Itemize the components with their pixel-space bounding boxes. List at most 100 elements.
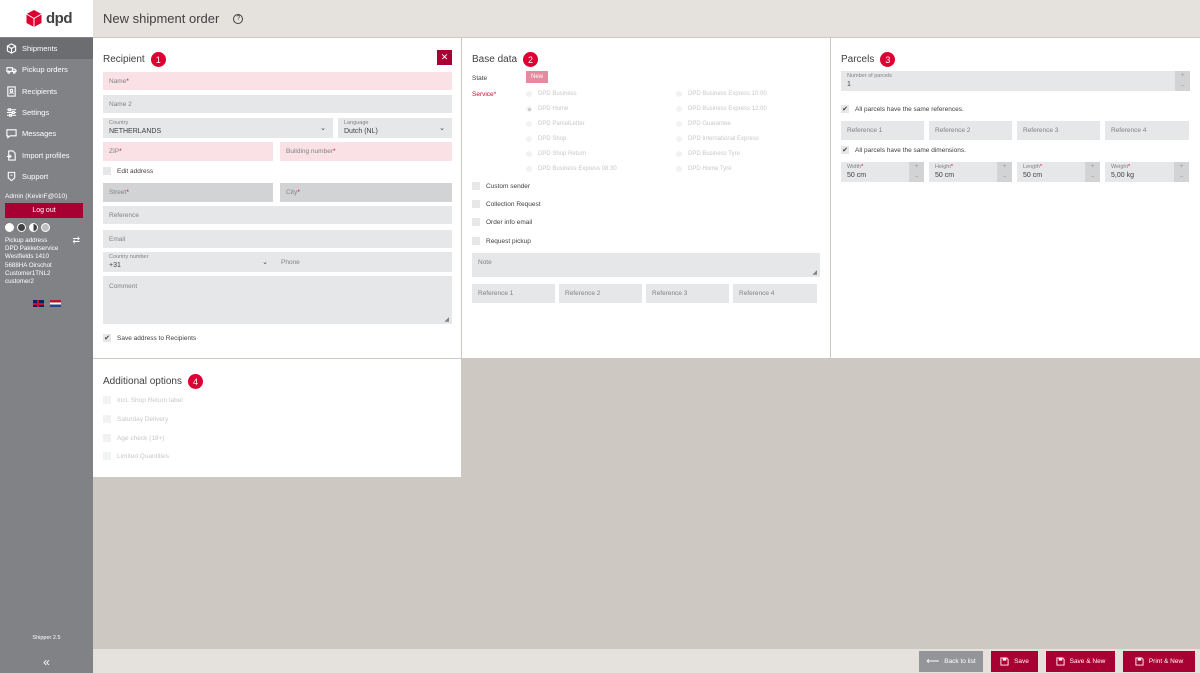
sidebar-item-recipients[interactable]: Recipients — [0, 81, 93, 102]
saturday-delivery-checkbox[interactable]: Saturday Delivery — [103, 415, 168, 423]
resize-handle-icon[interactable]: ◢ — [444, 316, 449, 323]
collapse-sidebar-icon[interactable]: « — [0, 655, 93, 669]
plus-icon[interactable]: + — [1091, 164, 1095, 170]
parcel-reference-2-field[interactable]: Reference 2 — [929, 121, 1012, 140]
save-and-new-button[interactable]: Save & New — [1046, 651, 1115, 672]
sidebar-item-settings[interactable]: Settings — [0, 102, 93, 123]
checkbox-box[interactable] — [472, 200, 480, 208]
minus-icon[interactable]: – — [1181, 83, 1184, 89]
reference-1-field[interactable]: Reference 1 — [472, 284, 555, 303]
radio-button[interactable] — [526, 166, 532, 172]
save-button[interactable]: Save — [991, 651, 1038, 672]
service-radio[interactable]: DPD Business — [526, 91, 577, 97]
plus-icon[interactable]: + — [1003, 164, 1007, 170]
edit-address-checkbox[interactable]: Edit address — [103, 167, 153, 175]
limited-quantities-checkbox[interactable]: Limited Quantities — [103, 452, 169, 460]
weight-stepper[interactable]: Weight* 5,00 kg + – — [1105, 162, 1189, 182]
flag-nl-icon[interactable] — [49, 300, 61, 308]
theme-grey-option[interactable] — [41, 223, 50, 233]
radio-button[interactable] — [676, 91, 682, 97]
name2-field[interactable]: Name 2 — [103, 95, 452, 113]
checkbox-box[interactable] — [472, 237, 480, 245]
length-stepper[interactable]: Length* 50 cm + – — [1017, 162, 1100, 182]
collection-request-checkbox[interactable]: Collection Request — [472, 200, 541, 208]
checkbox-box[interactable]: ✔ — [841, 146, 849, 154]
parcel-reference-4-field[interactable]: Reference 4 — [1105, 121, 1189, 140]
parcel-reference-1-field[interactable]: Reference 1 — [841, 121, 924, 140]
service-radio[interactable]: DPD Guarantee — [676, 121, 731, 127]
radio-button[interactable] — [526, 106, 532, 112]
checkbox-box[interactable] — [103, 396, 111, 404]
minus-icon[interactable]: – — [915, 174, 918, 180]
building-number-field[interactable]: Building number * — [280, 142, 452, 161]
radio-button[interactable] — [676, 166, 682, 172]
same-references-checkbox[interactable]: ✔ All parcels have the same references. — [841, 105, 964, 113]
order-info-email-checkbox[interactable]: Order info email — [472, 218, 532, 226]
sidebar-item-pickup-orders[interactable]: Pickup orders — [0, 59, 93, 80]
checkbox-box[interactable] — [103, 415, 111, 423]
sidebar-item-messages[interactable]: Messages — [0, 123, 93, 144]
reference-4-field[interactable]: Reference 4 — [733, 284, 817, 303]
stepper[interactable]: + – — [1174, 162, 1189, 182]
minus-icon[interactable]: – — [1091, 174, 1094, 180]
service-radio[interactable]: DPD Shop Return — [526, 151, 586, 157]
width-stepper[interactable]: Width* 50 cm + – — [841, 162, 924, 182]
theme-light-option[interactable] — [5, 223, 14, 233]
checkbox-box[interactable] — [103, 167, 111, 175]
note-textarea[interactable]: Note ◢ — [472, 253, 820, 277]
service-radio[interactable]: DPD International Express — [676, 136, 759, 142]
plus-icon[interactable]: + — [1180, 164, 1184, 170]
reference-3-field[interactable]: Reference 3 — [646, 284, 729, 303]
email-field[interactable]: Email — [103, 230, 452, 248]
service-radio[interactable]: DPD Business Express 08:30 — [526, 166, 617, 172]
country-number-select[interactable]: Country number +31 ⌄ — [103, 252, 275, 272]
sidebar-item-import-profiles[interactable]: Import profiles — [0, 144, 93, 165]
street-field[interactable]: Street * — [103, 183, 273, 202]
city-field[interactable]: City * — [280, 183, 452, 202]
help-icon[interactable]: ? — [233, 13, 244, 24]
service-radio[interactable]: DPD Home Tyre — [676, 166, 732, 172]
minus-icon[interactable]: – — [1003, 174, 1006, 180]
country-select[interactable]: Country NETHERLANDS ⌄ — [103, 118, 333, 138]
age-check-checkbox[interactable]: Age check (18+) — [103, 434, 165, 442]
service-radio[interactable]: DPD Home — [526, 106, 568, 112]
minus-icon[interactable]: – — [1180, 174, 1183, 180]
checkbox-box[interactable] — [472, 218, 480, 226]
back-to-list-button[interactable]: ⟵ Back to list — [919, 651, 983, 672]
plus-icon[interactable]: + — [1181, 73, 1185, 79]
dpd-logo[interactable]: dpd — [0, 0, 93, 37]
flag-uk-icon[interactable] — [32, 300, 44, 308]
service-radio[interactable]: DPD Business Tyre — [676, 151, 740, 157]
stepper[interactable]: + – — [909, 162, 924, 182]
service-radio[interactable]: DPD Business Express 12:00 — [676, 106, 767, 112]
custom-sender-checkbox[interactable]: Custom sender — [472, 182, 530, 190]
checkbox-box[interactable]: ✔ — [841, 105, 849, 113]
theme-contrast-option[interactable] — [29, 223, 38, 233]
stepper[interactable]: + – — [997, 162, 1012, 182]
request-pickup-checkbox[interactable]: Request pickup — [472, 237, 531, 245]
checkbox-box[interactable] — [103, 452, 111, 460]
service-radio[interactable]: DPD Business Express 10:00 — [676, 91, 767, 97]
reference-field[interactable]: Reference — [103, 206, 452, 224]
number-of-parcels-field[interactable]: Number of parcels 1 + – — [841, 71, 1190, 91]
save-address-checkbox[interactable]: ✔ Save address to Recipients — [103, 334, 196, 342]
radio-button[interactable] — [526, 91, 532, 97]
radio-button[interactable] — [676, 106, 682, 112]
radio-button[interactable] — [676, 151, 682, 157]
radio-button[interactable] — [526, 136, 532, 142]
logout-button[interactable]: Log out — [5, 203, 83, 219]
close-button[interactable]: ✕ — [437, 50, 452, 65]
checkbox-box[interactable] — [103, 434, 111, 442]
reference-2-field[interactable]: Reference 2 — [559, 284, 642, 303]
height-stepper[interactable]: Height* 50 cm + – — [929, 162, 1012, 182]
same-dimensions-checkbox[interactable]: ✔ All parcels have the same dimensions. — [841, 146, 966, 154]
plus-icon[interactable]: + — [915, 164, 919, 170]
resize-handle-icon[interactable]: ◢ — [812, 269, 817, 276]
sidebar-item-support[interactable]: Support — [0, 166, 93, 187]
name-field[interactable]: Name * — [103, 72, 452, 90]
shop-return-label-checkbox[interactable]: Incl. Shop Return label — [103, 396, 183, 404]
sidebar-item-shipments[interactable]: Shipments — [0, 38, 93, 60]
swap-arrows-icon[interactable]: ⇄ — [72, 235, 80, 244]
radio-button[interactable] — [676, 121, 682, 127]
phone-field[interactable]: Phone — [275, 252, 452, 272]
